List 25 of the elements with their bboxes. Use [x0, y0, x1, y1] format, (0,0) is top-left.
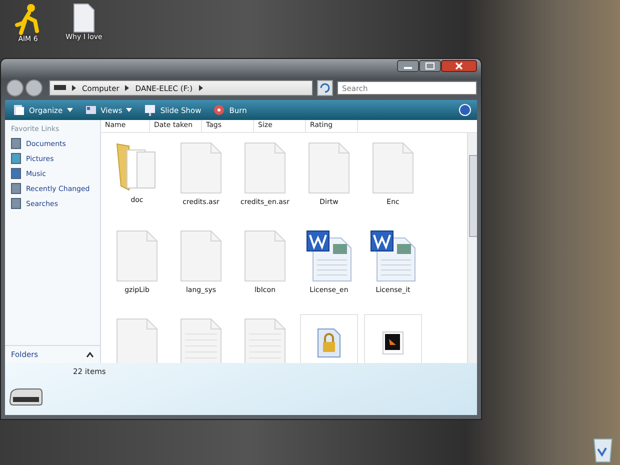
caret-icon — [86, 352, 94, 358]
refresh-icon[interactable] — [317, 80, 333, 96]
close-icon[interactable] — [441, 60, 477, 72]
recycle-bin-icon[interactable] — [592, 437, 614, 463]
scrollbar[interactable] — [467, 133, 477, 363]
chevron-icon[interactable] — [198, 84, 204, 92]
maximize-icon[interactable] — [419, 60, 441, 72]
drive-icon — [9, 387, 43, 407]
disc-icon — [213, 104, 226, 116]
folder-link-icon — [11, 183, 21, 194]
projector-screen-icon — [144, 104, 156, 116]
views-icon — [84, 104, 97, 116]
folder-link-icon — [11, 153, 21, 164]
chevron-icon[interactable] — [71, 84, 77, 92]
folder-link-icon — [11, 138, 21, 149]
chevron-icon[interactable] — [124, 84, 130, 92]
word-document-icon[interactable] — [306, 230, 352, 282]
word-document-icon[interactable] — [370, 230, 416, 282]
organize-icon — [13, 104, 25, 116]
drive-icon — [54, 85, 66, 91]
document-icon[interactable] — [73, 3, 95, 33]
back-icon[interactable] — [5, 79, 45, 97]
minimize-icon[interactable] — [397, 60, 419, 72]
folder-link-icon — [11, 168, 21, 179]
folder-link-icon — [11, 198, 21, 209]
